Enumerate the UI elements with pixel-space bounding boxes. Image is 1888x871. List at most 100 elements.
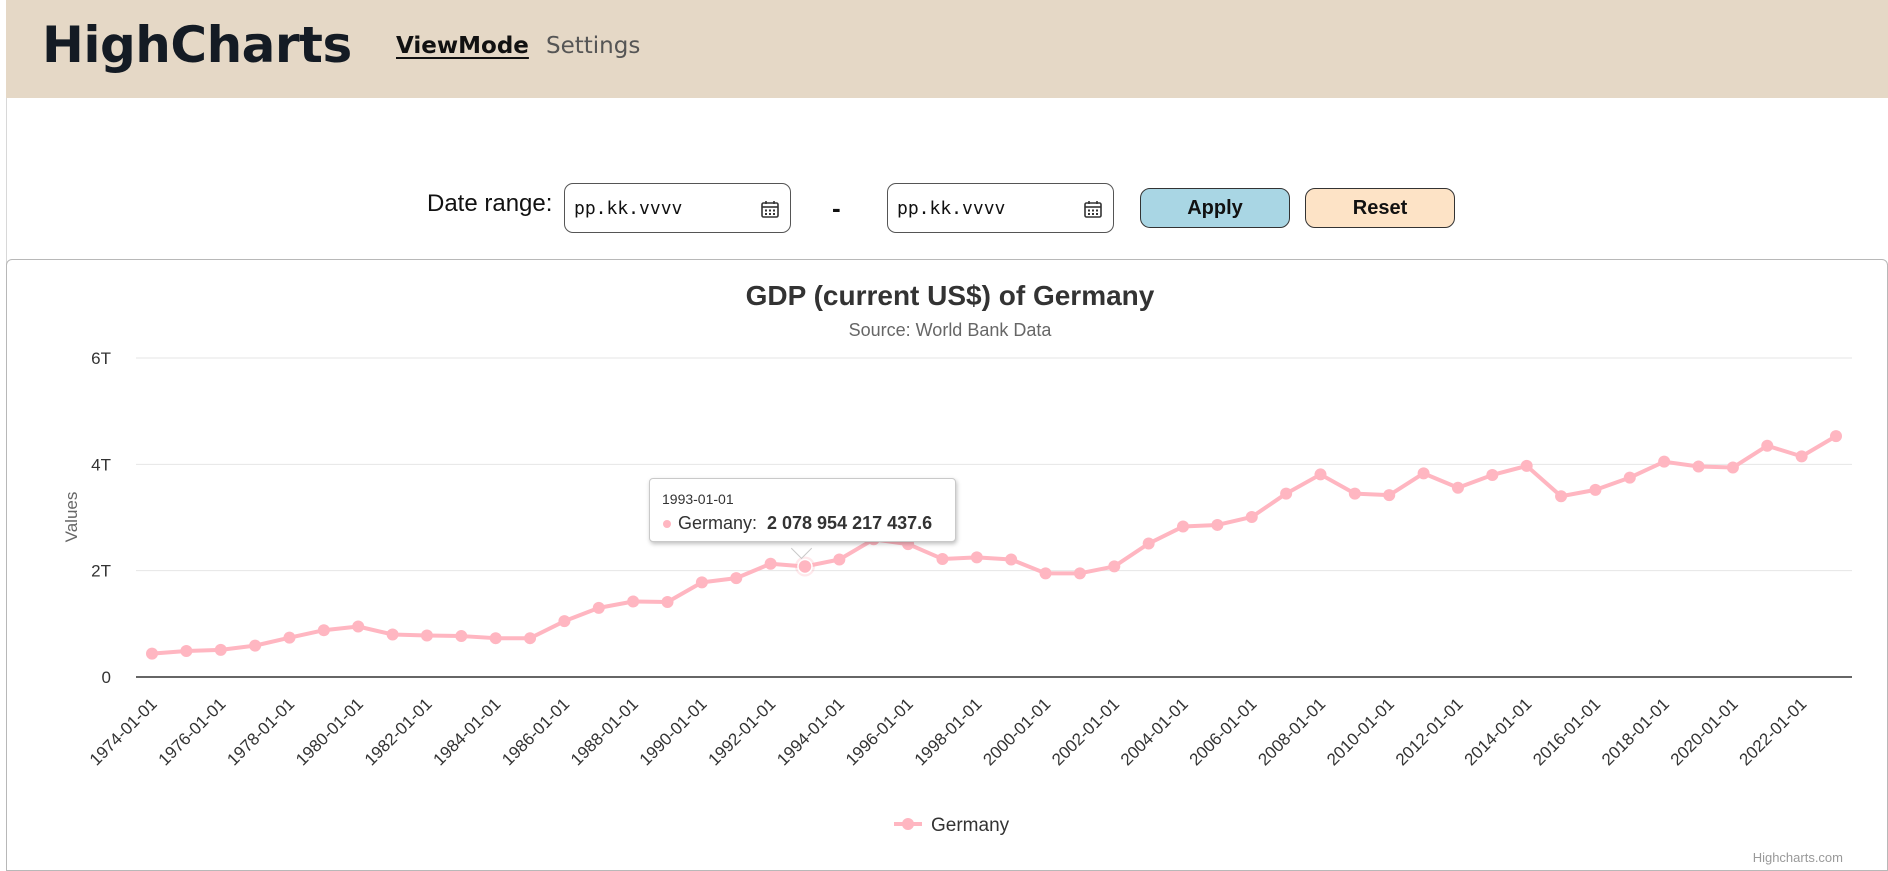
x-tick-label: 1980-01-01 [292,694,367,769]
data-point[interactable] [1417,467,1430,480]
data-point[interactable] [1039,567,1052,580]
chart-container: GDP (current US$) of Germany Source: Wor… [6,259,1888,871]
data-point[interactable] [1658,455,1671,468]
data-point[interactable] [1383,489,1396,502]
data-point[interactable] [1520,459,1533,472]
data-point[interactable] [1761,439,1774,452]
x-tick-label: 1992-01-01 [705,694,780,769]
legend[interactable]: Germany [894,815,1010,836]
tooltip-series-dot-icon [663,520,671,528]
x-tick-label: 2022-01-01 [1736,694,1811,769]
x-tick-label: 2014-01-01 [1461,694,1536,769]
y-tick-label: 6T [91,349,111,368]
data-point[interactable] [1177,520,1190,533]
data-point[interactable] [833,553,846,566]
calendar-icon[interactable] [1083,199,1103,219]
data-point[interactable] [386,628,399,641]
data-point[interactable] [936,552,949,565]
data-point[interactable] [1795,450,1808,463]
date-range-label: Date range: [427,190,553,217]
data-point[interactable] [1348,487,1361,500]
y-axis-title: Values [62,492,81,543]
data-point[interactable] [1108,560,1121,573]
data-tooltip: 1993-01-01 Germany: 2 078 954 217 437.6 [649,478,956,542]
data-point[interactable] [730,572,743,585]
data-point[interactable] [1486,468,1499,481]
data-point[interactable] [970,551,983,564]
x-tick-label: 1974-01-01 [86,694,161,769]
y-tick-label: 4T [91,455,111,474]
data-point[interactable] [1280,487,1293,500]
apply-button[interactable]: Apply [1140,188,1290,228]
x-tick-label: 1978-01-01 [223,694,298,769]
calendar-icon[interactable] [760,199,780,219]
x-tick-label: 2012-01-01 [1392,694,1467,769]
data-point[interactable] [1692,460,1705,473]
data-point[interactable] [352,620,365,633]
brand-logo[interactable]: HighCharts [42,16,352,74]
x-tick-label: 1976-01-01 [155,694,230,769]
data-point[interactable] [1451,481,1464,494]
data-point[interactable] [558,615,571,628]
data-point[interactable] [1211,518,1224,531]
x-tick-label: 1986-01-01 [498,694,573,769]
x-tick-label: 2020-01-01 [1667,694,1742,769]
x-axis-ticks: 1974-01-011976-01-011978-01-011980-01-01… [86,694,1811,769]
data-point[interactable] [420,629,433,642]
top-navbar: HighCharts ViewMode Settings [6,0,1888,98]
end-date-input[interactable]: pp.kk.vvvv [887,183,1114,233]
data-point[interactable] [1005,553,1018,566]
y-tick-label: 2T [91,562,111,581]
data-point[interactable] [524,632,537,645]
data-point[interactable] [146,647,158,660]
data-point[interactable] [1245,510,1258,523]
app-root: HighCharts ViewMode Settings Date range:… [0,0,1888,871]
data-point[interactable] [627,595,640,608]
data-point[interactable] [661,596,674,609]
x-tick-label: 1994-01-01 [773,694,848,769]
data-point[interactable] [1830,430,1842,443]
data-point[interactable] [695,576,708,589]
data-point[interactable] [283,631,296,644]
x-tick-label: 1982-01-01 [361,694,436,769]
x-tick-label: 2010-01-01 [1323,694,1398,769]
end-date-placeholder: pp.kk.vvvv [897,198,1006,219]
start-date-input[interactable]: pp.kk.vvvv [564,183,791,233]
data-point[interactable] [249,639,262,652]
chart-title: GDP (current US$) of Germany [746,280,1155,311]
x-tick-label: 1996-01-01 [842,694,917,769]
nav-viewmode-link[interactable]: ViewMode [396,33,529,59]
data-point[interactable] [1589,483,1602,496]
legend-marker-icon [902,818,914,830]
data-point[interactable] [1623,471,1636,484]
data-point[interactable] [455,630,468,643]
reset-button[interactable]: Reset [1305,188,1455,228]
data-point[interactable] [1314,468,1327,481]
data-point[interactable] [180,644,193,657]
tooltip-series-label: Germany: [678,513,758,533]
data-point[interactable] [1142,537,1155,550]
date-range-separator: - [832,193,841,223]
data-point[interactable] [797,558,813,575]
x-tick-label: 2018-01-01 [1598,694,1673,769]
tooltip-date: 1993-01-01 [662,491,734,507]
x-tick-label: 1990-01-01 [636,694,711,769]
highcharts-credits[interactable]: Highcharts.com [1753,850,1843,865]
data-point[interactable] [1726,461,1739,474]
data-point[interactable] [317,624,330,637]
x-tick-label: 1984-01-01 [430,694,505,769]
data-point[interactable] [1073,567,1086,580]
y-axis-ticks: 0 2T 4T 6T [91,349,111,687]
data-point[interactable] [489,632,502,645]
x-tick-label: 2004-01-01 [1117,694,1192,769]
legend-item-germany[interactable]: Germany [931,815,1010,836]
series-line[interactable] [150,434,1838,656]
y-tick-label: 0 [102,668,111,687]
data-point[interactable] [592,601,605,614]
x-tick-label: 2006-01-01 [1186,694,1261,769]
nav-settings-link[interactable]: Settings [546,33,640,59]
data-point[interactable] [214,643,227,656]
data-point[interactable] [764,557,777,570]
x-tick-label: 2016-01-01 [1529,694,1604,769]
data-point[interactable] [1555,490,1568,503]
